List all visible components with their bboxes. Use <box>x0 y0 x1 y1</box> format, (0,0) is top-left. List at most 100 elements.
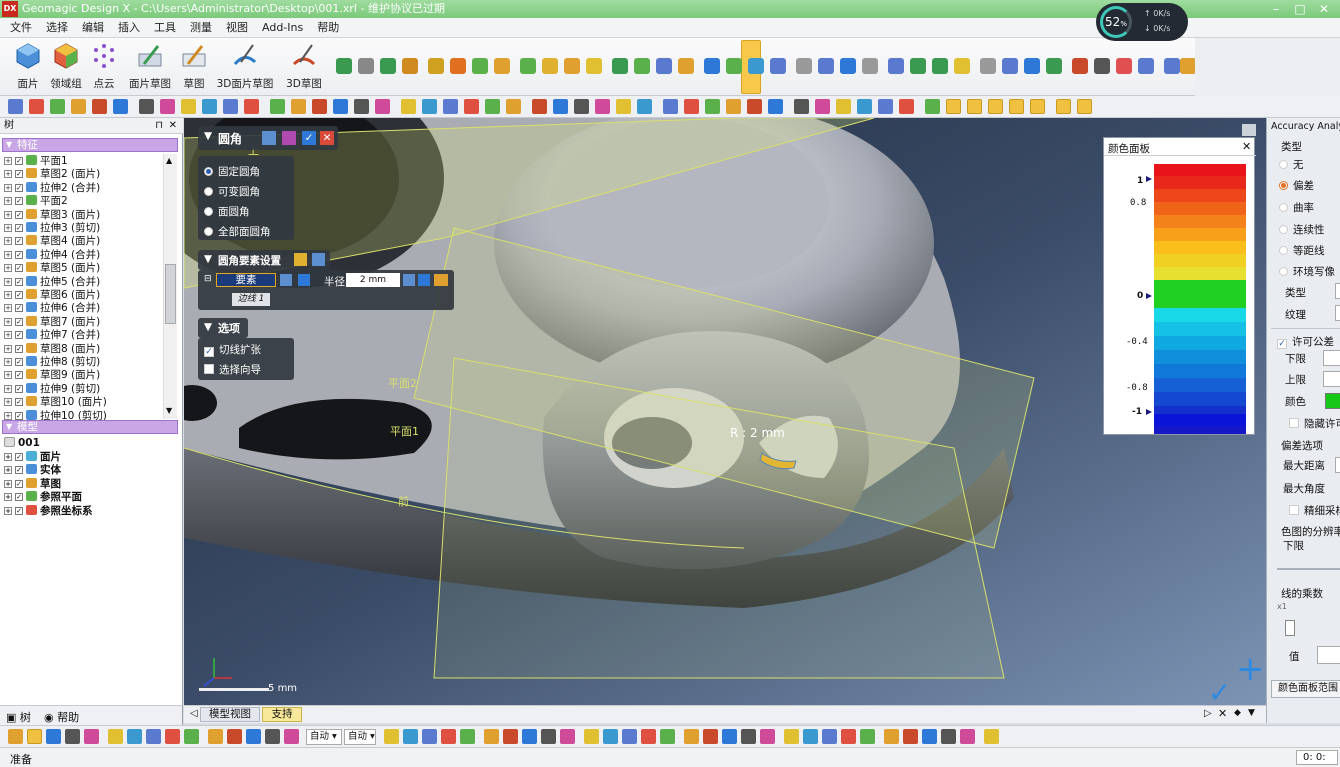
resolution-slider[interactable] <box>1277 568 1340 570</box>
selection-tool-icon[interactable] <box>284 729 299 744</box>
menu-insert[interactable]: 插入 <box>111 18 147 38</box>
visibility-checkbox[interactable]: ✓ <box>15 250 23 259</box>
expand-icon[interactable]: + <box>4 479 12 488</box>
type-curvature-radio[interactable]: 曲率 <box>1279 200 1314 215</box>
visibility-checkbox[interactable]: ✓ <box>15 264 23 273</box>
menu-select[interactable]: 选择 <box>39 18 75 38</box>
ribbon-tool-icon[interactable] <box>1002 58 1018 74</box>
toolbar-tool-icon[interactable] <box>574 99 589 114</box>
edge-item[interactable]: 边线 1 <box>232 293 270 306</box>
toolbar-tool-icon[interactable] <box>270 99 285 114</box>
minimize-button[interactable]: – <box>1264 0 1288 18</box>
tab-help[interactable]: ◉ 帮助 <box>44 709 79 725</box>
tree-item-model[interactable]: + ✓ 草图 <box>4 477 61 491</box>
ribbon-tool-icon[interactable] <box>402 58 418 74</box>
visibility-checkbox[interactable]: ✓ <box>15 291 23 299</box>
selection-tool-icon[interactable] <box>246 729 261 744</box>
selection-tool-icon[interactable] <box>903 729 918 744</box>
selection-tool-icon[interactable] <box>984 729 999 744</box>
expand-icon[interactable]: + <box>4 197 12 206</box>
tree-item-feature[interactable]: + ✓ 草图2 (面片) <box>4 168 100 181</box>
ribbon-tool-icon[interactable] <box>1072 58 1088 74</box>
tree-item-model[interactable]: + ✓ 参照平面 <box>4 491 82 504</box>
ribbon-tool-icon[interactable] <box>1094 58 1110 74</box>
type-contour-radio[interactable]: 等距线 <box>1279 243 1325 258</box>
toolbar-tool-icon[interactable] <box>422 99 437 114</box>
selection-tool-icon[interactable] <box>941 729 956 744</box>
toolbar-tool-icon[interactable] <box>878 99 893 114</box>
ribbon-tool-icon[interactable] <box>494 58 510 74</box>
expand-icon[interactable]: + <box>4 493 12 502</box>
visibility-checkbox[interactable]: ✓ <box>15 453 23 461</box>
selection-tool-icon[interactable] <box>841 729 856 744</box>
selection-tool-icon[interactable] <box>146 729 161 744</box>
lower-marker-icon[interactable] <box>1146 409 1152 415</box>
mode-variable-radio[interactable]: 可变圆角 <box>204 184 260 199</box>
expand-icon[interactable]: + <box>4 291 12 299</box>
refresh-icon[interactable] <box>418 274 430 286</box>
expand-icon[interactable]: + <box>4 358 12 366</box>
selection-tool-icon[interactable] <box>703 729 718 744</box>
ribbon-tool-icon[interactable] <box>520 58 536 74</box>
tangent-extend-checkbox[interactable]: ✓ 切线扩张 <box>204 342 261 357</box>
toolbar-tool-icon[interactable] <box>291 99 306 114</box>
ribbon-tool-icon[interactable] <box>726 58 742 74</box>
selection-tool-icon[interactable] <box>884 729 899 744</box>
ribbon-tool-icon[interactable] <box>428 58 444 74</box>
expand-icon[interactable]: + <box>4 411 12 420</box>
ribbon-tool-icon[interactable] <box>472 58 488 74</box>
selection-tool-icon[interactable] <box>441 729 456 744</box>
menu-measure[interactable]: 测量 <box>183 18 219 38</box>
menu-help[interactable]: 帮助 <box>310 18 346 38</box>
mode-face-radio[interactable]: 面圆角 <box>204 204 250 219</box>
color-range-button[interactable]: 颜色面板范围 <box>1271 680 1340 698</box>
ribbon-tool-icon[interactable] <box>818 58 834 74</box>
toolbar-tool-icon[interactable] <box>663 99 678 114</box>
visibility-checkbox[interactable]: ✓ <box>15 506 23 515</box>
tolerance-checkbox[interactable]: ✓ 许可公差 <box>1277 334 1334 349</box>
tree-item-feature[interactable]: + ✓ 草图4 (面片) <box>4 235 100 248</box>
toolbar-tool-icon[interactable] <box>113 99 128 114</box>
visibility-checkbox[interactable]: ✓ <box>15 479 23 488</box>
selection-tool-icon[interactable] <box>722 729 737 744</box>
toolbar-tool-icon[interactable] <box>8 99 23 114</box>
mode-fixed-radio[interactable]: 固定圆角 <box>204 164 260 179</box>
expand-icon[interactable]: + <box>4 371 12 380</box>
selection-tool-icon[interactable] <box>165 729 180 744</box>
toolbar-tool-icon[interactable] <box>1030 99 1045 114</box>
visibility-checkbox[interactable]: ✓ <box>15 358 23 366</box>
close-icon[interactable]: ✕ <box>1242 140 1251 153</box>
lower-input[interactable] <box>1323 350 1340 366</box>
tree-item-feature[interactable]: + ✓ 拉伸2 (合并) <box>4 181 100 195</box>
visibility-checkbox[interactable]: ✓ <box>15 331 23 340</box>
selection-tool-icon[interactable] <box>46 729 61 744</box>
visibility-checkbox[interactable]: ✓ <box>15 493 23 502</box>
expand-icon[interactable]: + <box>4 250 12 259</box>
expand-icon[interactable]: + <box>4 224 12 232</box>
expand-icon[interactable]: + <box>4 506 12 515</box>
ok-icon[interactable]: ✓ <box>302 131 316 145</box>
ribbon-tool-icon[interactable] <box>910 58 926 74</box>
expand-icon[interactable]: + <box>4 183 12 192</box>
toolbar-tool-icon[interactable] <box>925 99 940 114</box>
expand-icon[interactable]: + <box>4 277 12 286</box>
pin-icon[interactable]: ⊓ <box>155 118 163 134</box>
filter-dropdown[interactable]: 自动 ▾ <box>344 729 376 745</box>
toolbar-tool-icon[interactable] <box>506 99 521 114</box>
tree-item-feature[interactable]: + ✓ 拉伸3 (剪切) <box>4 222 100 235</box>
tab-support[interactable]: 支持 <box>262 707 302 722</box>
preview-icon[interactable] <box>262 131 276 145</box>
selection-mode-dropdown[interactable]: 自动 ▾ <box>306 729 342 745</box>
tree-item-feature[interactable]: + ✓ 拉伸9 (剪切) <box>4 382 100 396</box>
type-none-radio[interactable]: 无 <box>1279 157 1304 172</box>
ribbon-tool-icon[interactable] <box>704 58 720 74</box>
ribbon-tool-icon[interactable] <box>542 58 558 74</box>
mode-full-face-radio[interactable]: 全部面圆角 <box>204 224 271 239</box>
toolbar-tool-icon[interactable] <box>637 99 652 114</box>
tree-item-feature[interactable]: + ✓ 草图9 (面片) <box>4 369 100 382</box>
toolbar-tool-icon[interactable] <box>139 99 154 114</box>
type-env-map-radio[interactable]: 环境写像 <box>1279 264 1335 279</box>
ribbon-tool-icon[interactable] <box>954 58 970 74</box>
ribbon-tool-icon[interactable] <box>656 58 672 74</box>
ribbon-tool-icon[interactable] <box>770 58 786 74</box>
